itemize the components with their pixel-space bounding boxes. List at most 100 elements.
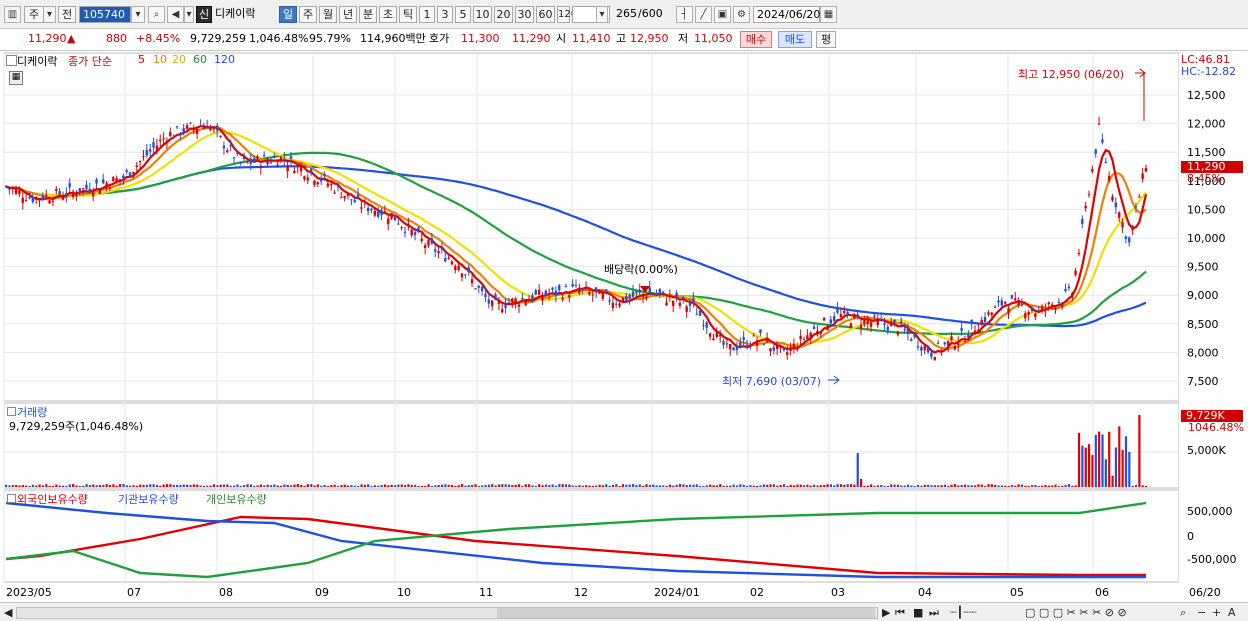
candle-body	[816, 330, 819, 335]
panel-menu-icon[interactable]	[7, 494, 16, 503]
candle-body	[672, 300, 675, 306]
save-icon[interactable]: ▣	[714, 6, 731, 23]
search-icon[interactable]: ⌕	[148, 6, 165, 23]
zoom-slider-icon[interactable]: ┈┃┈┈	[950, 606, 977, 619]
market-select[interactable]: 주	[24, 6, 44, 23]
stop-icon[interactable]: ■	[913, 606, 923, 619]
date-input[interactable]: 2024/06/20	[753, 6, 820, 23]
speaker-icon[interactable]: ◀	[167, 6, 184, 23]
panel-menu-icon[interactable]	[6, 55, 17, 66]
chevron-down-icon[interactable]: ▾	[596, 6, 608, 23]
calculator-icon[interactable]: ▦	[9, 71, 23, 85]
chevron-down-icon[interactable]: ▾	[184, 6, 194, 23]
interval-60[interactable]: 60	[536, 6, 555, 23]
candle-body	[205, 125, 209, 129]
gear-icon[interactable]: ⚙	[733, 6, 750, 23]
volume-bar	[819, 485, 822, 487]
plus-icon[interactable]: +	[1212, 606, 1221, 619]
volume-bar	[1088, 444, 1091, 487]
count-input[interactable]: 265	[612, 6, 640, 23]
sell-button[interactable]: 매도	[778, 31, 812, 48]
volume-bar	[846, 484, 849, 487]
interval-1[interactable]: 1	[419, 6, 435, 23]
volume-bar	[1121, 449, 1124, 487]
volume-bar	[749, 485, 752, 487]
buy-button[interactable]: 매수	[740, 31, 772, 48]
candle-body	[769, 348, 772, 352]
volume-bar	[645, 484, 648, 487]
period-tick[interactable]: 틱	[399, 6, 417, 23]
period-day[interactable]: 일	[279, 6, 297, 23]
chevron-down-icon[interactable]: ▾	[44, 6, 56, 23]
prev-button[interactable]: 전	[58, 6, 76, 23]
code-input[interactable]: 105740	[79, 6, 131, 23]
candle-body	[759, 329, 762, 333]
volume-bar	[417, 485, 420, 487]
volume-bar	[212, 484, 216, 487]
candle-body	[440, 246, 444, 250]
first-icon[interactable]: ⏮	[895, 606, 905, 620]
period-minute[interactable]: 분	[359, 6, 377, 23]
chevron-down-icon[interactable]: ▾	[131, 6, 145, 23]
volume-bar	[739, 484, 742, 487]
candle-body	[943, 342, 947, 345]
candle-body	[195, 128, 199, 134]
candle-body	[591, 294, 594, 296]
volume-bar	[950, 484, 953, 487]
period-week[interactable]: 주	[299, 6, 317, 23]
volume-bar	[206, 485, 209, 487]
y-tick-label: 8,000	[1187, 346, 1219, 359]
font-size-icon[interactable]: A	[1228, 606, 1236, 619]
candle-type-icon[interactable]: ┤	[676, 6, 693, 23]
candle-body	[836, 308, 839, 313]
chart-menu-icon[interactable]: ▥	[4, 6, 21, 23]
candle-body	[474, 288, 477, 290]
volume-bar	[789, 484, 792, 487]
scroll-left-icon[interactable]: ◀	[4, 606, 12, 619]
interval-3[interactable]: 3	[437, 6, 453, 23]
x-tick-label: 2024/01	[654, 586, 700, 599]
interval-5[interactable]: 5	[455, 6, 471, 23]
volume-bar	[434, 485, 437, 487]
last-icon[interactable]: ⏭	[929, 606, 939, 620]
volume-bar	[863, 485, 866, 487]
zoom-out-search-icon[interactable]: ⌕	[1180, 606, 1186, 620]
volume-bar	[1114, 447, 1118, 487]
minus-icon[interactable]: −	[1197, 606, 1206, 619]
candle-body	[1010, 295, 1014, 299]
candle-body	[839, 314, 843, 318]
chart-scrollbar[interactable]: ◀ ▶ ⏮ ■ ⏭ ┈┃┈┈ ▢ ▢ ▢ ✂ ✂ ✂ ⊘ ⊘ ⌕ − + A	[0, 602, 1248, 621]
volume-bar	[1031, 485, 1034, 487]
volume-bar	[829, 484, 833, 487]
tool-icons[interactable]: ▢ ▢ ▢ ✂ ✂ ✂ ⊘ ⊘	[1025, 606, 1127, 619]
interval-10[interactable]: 10	[473, 6, 492, 23]
candle-body	[477, 285, 480, 288]
volume-bar	[980, 484, 983, 487]
interval-120[interactable]: 120	[557, 6, 577, 23]
period-second[interactable]: 초	[379, 6, 397, 23]
avg-button[interactable]: 평	[816, 31, 836, 48]
line-tool-icon[interactable]: ╱	[695, 6, 712, 23]
volume-bar	[638, 484, 641, 487]
candle-body	[534, 290, 537, 295]
panel-menu-icon[interactable]	[7, 407, 16, 416]
scroll-right-icon[interactable]: ▶	[882, 606, 890, 619]
candle-body	[967, 334, 970, 338]
period-month[interactable]: 월	[319, 6, 337, 23]
scroll-track[interactable]	[16, 607, 878, 619]
candle-body	[236, 152, 239, 154]
candle-body	[182, 128, 185, 133]
scroll-thumb[interactable]	[497, 608, 875, 618]
volume-bar	[799, 484, 802, 487]
calendar-icon[interactable]: ▦	[820, 6, 837, 23]
volume-bar	[115, 485, 118, 487]
volume-bar	[1071, 485, 1074, 487]
volume-bar	[273, 484, 276, 487]
period-year[interactable]: 년	[339, 6, 357, 23]
volume-bar	[414, 484, 417, 487]
interval-20[interactable]: 20	[494, 6, 513, 23]
bid-price: 11,290	[512, 32, 551, 45]
interval-30[interactable]: 30	[515, 6, 534, 23]
volume-bar	[719, 484, 722, 487]
candle-body	[172, 136, 175, 138]
